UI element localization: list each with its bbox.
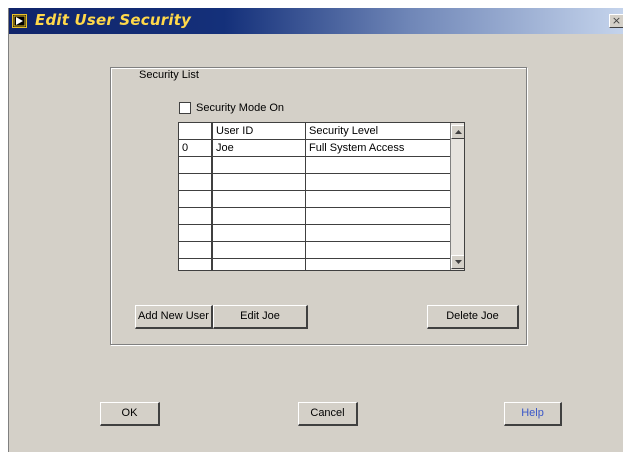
table-cell[interactable] xyxy=(306,259,450,270)
column-header: User ID xyxy=(212,123,306,139)
table-cell[interactable] xyxy=(179,191,212,207)
table-row[interactable] xyxy=(179,208,450,225)
table-cell[interactable] xyxy=(212,225,306,241)
table-cell[interactable] xyxy=(306,208,450,224)
table-row[interactable] xyxy=(179,225,450,242)
table-cell[interactable] xyxy=(212,191,306,207)
column-header xyxy=(179,123,212,139)
user-security-table[interactable]: User ID Security Level 0 Joe Full System Acc… xyxy=(178,122,465,271)
edit-user-security-window: Edit User Security × Security List Secur… xyxy=(8,8,623,452)
table-cell[interactable] xyxy=(212,174,306,190)
close-icon[interactable]: × xyxy=(609,14,623,28)
table-cell[interactable] xyxy=(179,225,212,241)
edit-user-button[interactable]: Edit Joe xyxy=(213,305,308,329)
add-new-user-button[interactable]: Add New User xyxy=(135,305,213,329)
security-mode-checkbox[interactable] xyxy=(179,102,191,114)
table-row[interactable] xyxy=(179,259,450,270)
title-bar[interactable]: Edit User Security × xyxy=(9,8,623,34)
table-header-row[interactable]: User ID Security Level xyxy=(179,123,450,140)
table-scrollbar[interactable] xyxy=(450,123,464,270)
scroll-down-icon[interactable] xyxy=(451,255,464,269)
play-arrow-icon xyxy=(12,14,27,28)
table-cell[interactable] xyxy=(306,191,450,207)
table-cell[interactable]: Full System Access xyxy=(306,140,450,156)
table-cell[interactable] xyxy=(212,208,306,224)
table-cell[interactable] xyxy=(179,259,212,270)
table-row[interactable] xyxy=(179,191,450,208)
table-cell[interactable] xyxy=(306,242,450,258)
table-cell[interactable] xyxy=(179,174,212,190)
table-cell[interactable] xyxy=(306,225,450,241)
table-cell[interactable] xyxy=(179,157,212,173)
ok-button[interactable]: OK xyxy=(100,402,160,426)
table-cell[interactable] xyxy=(179,242,212,258)
column-header: Security Level xyxy=(306,123,450,139)
table-row[interactable]: 0 Joe Full System Access xyxy=(179,140,450,157)
table-cell[interactable] xyxy=(212,242,306,258)
table-row[interactable] xyxy=(179,242,450,259)
help-button[interactable]: Help xyxy=(504,402,562,426)
table-cell[interactable] xyxy=(179,208,212,224)
table-cell[interactable] xyxy=(306,174,450,190)
delete-user-button[interactable]: Delete Joe xyxy=(427,305,519,329)
table-row[interactable] xyxy=(179,157,450,174)
scroll-up-icon[interactable] xyxy=(451,125,464,139)
window-title: Edit User Security xyxy=(35,11,192,29)
table-cell[interactable]: 0 xyxy=(179,140,212,156)
table-cell[interactable] xyxy=(212,157,306,173)
cancel-button[interactable]: Cancel xyxy=(298,402,358,426)
security-mode-label: Security Mode On xyxy=(196,102,285,114)
table-cell[interactable] xyxy=(212,259,306,270)
table-cell[interactable]: Joe xyxy=(212,140,306,156)
table-row[interactable] xyxy=(179,174,450,191)
security-list-legend: Security List xyxy=(134,69,204,81)
table-cell[interactable] xyxy=(306,157,450,173)
